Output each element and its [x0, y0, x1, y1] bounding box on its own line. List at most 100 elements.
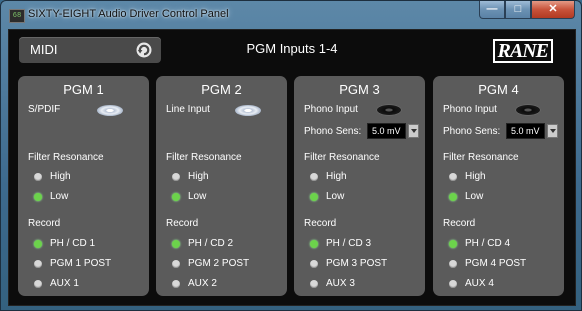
filter-low-radio[interactable]: Low [449, 191, 483, 202]
radio-dot [449, 279, 457, 288]
radio-label: PH / CD 2 [188, 238, 234, 249]
radio-label: Low [465, 191, 484, 202]
window-controls: — □ ✕ [479, 1, 575, 19]
pgm-panel-2: PGM 2 Line Input Filter Resonance High L… [156, 76, 287, 296]
chevron-down-icon[interactable] [546, 123, 558, 138]
radio-label: AUX 3 [326, 278, 355, 289]
filter-low-radio[interactable]: Low [172, 191, 206, 202]
cd-icon[interactable] [235, 105, 261, 116]
input-label: Line Input [166, 104, 210, 115]
phono-sens-value: 5.0 mV [506, 122, 545, 139]
radio-label: PGM 3 POST [326, 258, 388, 269]
record-aux-radio[interactable]: AUX 1 [34, 278, 79, 289]
radio-label: High [465, 171, 486, 182]
record-aux-radio[interactable]: AUX 2 [172, 278, 217, 289]
radio-label: AUX 1 [50, 278, 79, 289]
record-phcd-radio[interactable]: PH / CD 3 [310, 238, 371, 249]
record-aux-radio[interactable]: AUX 4 [449, 278, 494, 289]
radio-dot [172, 172, 180, 181]
radio-dot [310, 192, 318, 201]
record-label: Record [304, 218, 337, 229]
radio-dot [310, 259, 318, 268]
panel-title: PGM 1 [63, 82, 104, 97]
panel-title: PGM 4 [478, 82, 519, 97]
record-aux-radio[interactable]: AUX 3 [310, 278, 355, 289]
radio-label: PH / CD 1 [50, 238, 96, 249]
radio-label: PGM 4 POST [465, 258, 527, 269]
title-bar[interactable]: 68 SIXTY-EIGHT Audio Driver Control Pane… [1, 1, 581, 29]
app-icon: 68 [9, 9, 25, 23]
radio-dot [449, 192, 457, 201]
page-title: PGM Inputs 1-4 [246, 41, 338, 56]
radio-dot [172, 259, 180, 268]
app-window: 68 SIXTY-EIGHT Audio Driver Control Pane… [0, 0, 582, 311]
radio-label: AUX 4 [465, 278, 494, 289]
pgm-panel-4: PGM 4 Phono Input Phono Sens: 5.0 mV Fil… [433, 76, 564, 296]
filter-resonance-label: Filter Resonance [166, 152, 242, 163]
phono-sens-dropdown[interactable]: 5.0 mV [367, 122, 419, 139]
radio-dot [449, 259, 457, 268]
record-phcd-radio[interactable]: PH / CD 1 [34, 238, 95, 249]
radio-label: High [326, 171, 347, 182]
radio-dot [34, 172, 42, 181]
radio-label: PH / CD 4 [465, 238, 511, 249]
phono-sens-label: Phono Sens: [443, 126, 501, 137]
record-pgm-post-radio[interactable]: PGM 4 POST [449, 258, 526, 269]
minimize-button[interactable]: — [479, 1, 505, 19]
radio-dot [34, 192, 42, 201]
window-title: SIXTY-EIGHT Audio Driver Control Panel [28, 8, 229, 20]
panel-title: PGM 3 [339, 82, 380, 97]
radio-label: High [50, 171, 71, 182]
filter-low-radio[interactable]: Low [310, 191, 344, 202]
radio-label: Low [188, 191, 207, 202]
filter-high-radio[interactable]: High [449, 171, 486, 182]
radio-dot [310, 172, 318, 181]
pgm-panel-1: PGM 1 S/PDIF Filter Resonance High Low R… [18, 76, 149, 296]
chevron-down-icon[interactable] [407, 123, 419, 138]
radio-label: Low [326, 191, 345, 202]
record-label: Record [166, 218, 199, 229]
filter-resonance-label: Filter Resonance [28, 152, 104, 163]
record-label: Record [28, 218, 61, 229]
phono-sens-label: Phono Sens: [304, 126, 362, 137]
phono-sens-dropdown[interactable]: 5.0 mV [506, 122, 558, 139]
record-phcd-radio[interactable]: PH / CD 4 [449, 238, 510, 249]
filter-low-radio[interactable]: Low [34, 191, 68, 202]
radio-dot [34, 239, 42, 248]
radio-dot [449, 172, 457, 181]
radio-dot [34, 279, 42, 288]
record-pgm-post-radio[interactable]: PGM 1 POST [34, 258, 111, 269]
vinyl-icon[interactable] [516, 105, 540, 115]
record-pgm-post-radio[interactable]: PGM 3 POST [310, 258, 387, 269]
record-label: Record [443, 218, 476, 229]
input-label: Phono Input [443, 104, 497, 115]
cd-icon[interactable] [97, 105, 123, 116]
radio-dot [34, 259, 42, 268]
filter-high-radio[interactable]: High [172, 171, 209, 182]
panel-title: PGM 2 [201, 82, 242, 97]
radio-label: High [188, 171, 209, 182]
vinyl-icon[interactable] [377, 105, 401, 115]
control-panel: MIDI PGM Inputs 1-4 RANE PGM 1 S/PDIF Fi… [8, 29, 576, 306]
radio-dot [172, 239, 180, 248]
brand-logo: RANE [492, 39, 553, 63]
filter-high-radio[interactable]: High [34, 171, 71, 182]
phono-sens-value: 5.0 mV [367, 122, 406, 139]
header: MIDI PGM Inputs 1-4 RANE [9, 30, 575, 70]
input-label: Phono Input [304, 104, 358, 115]
radio-dot [449, 239, 457, 248]
radio-label: AUX 2 [188, 278, 217, 289]
radio-label: Low [50, 191, 69, 202]
filter-resonance-label: Filter Resonance [443, 152, 519, 163]
filter-high-radio[interactable]: High [310, 171, 347, 182]
radio-dot [172, 192, 180, 201]
input-label: S/PDIF [28, 104, 61, 115]
radio-label: PGM 2 POST [188, 258, 250, 269]
maximize-button[interactable]: □ [505, 1, 531, 19]
radio-dot [172, 279, 180, 288]
radio-label: PGM 1 POST [50, 258, 112, 269]
pgm-panel-3: PGM 3 Phono Input Phono Sens: 5.0 mV Fil… [294, 76, 425, 296]
record-pgm-post-radio[interactable]: PGM 2 POST [172, 258, 249, 269]
close-button[interactable]: ✕ [531, 1, 575, 19]
record-phcd-radio[interactable]: PH / CD 2 [172, 238, 233, 249]
